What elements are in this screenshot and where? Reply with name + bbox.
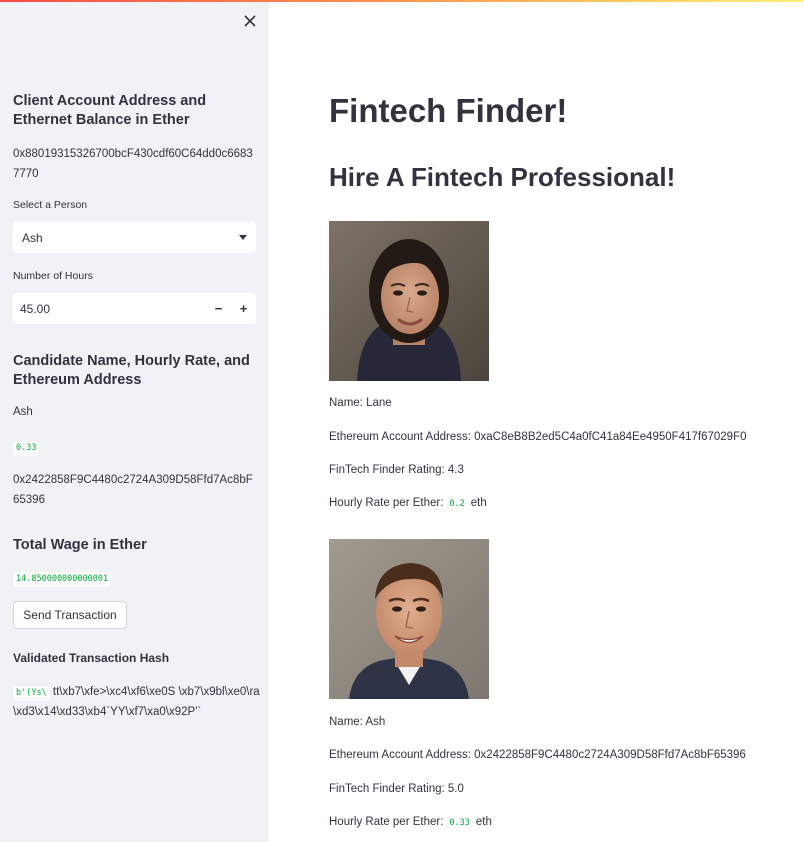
rate-unit: eth: [470, 497, 487, 509]
hours-number-input: − +: [13, 293, 256, 324]
sidebar: Client Account Address and Ethernet Bala…: [0, 0, 269, 842]
candidate-rate-block: 0.33: [13, 437, 257, 457]
tx-hash-heading: Validated Transaction Hash: [13, 651, 170, 665]
candidate-address-ash: Ethereum Account Address: 0x2422858F9C44…: [329, 749, 746, 761]
hours-label: Number of Hours: [13, 270, 93, 282]
rate-value: 0.2: [446, 497, 468, 512]
candidate-photo-lane: [329, 221, 489, 381]
send-transaction-button[interactable]: Send Transaction: [13, 601, 127, 629]
candidate-rate-ash: Hourly Rate per Ether: 0.33 eth: [329, 816, 492, 831]
rate-label: Hourly Rate per Ether:: [329, 497, 444, 509]
candidate-photo-ash: [329, 539, 489, 699]
candidate-rating-ash: FinTech Finder Rating: 5.0: [329, 783, 464, 795]
select-person-label: Select a Person: [13, 199, 88, 211]
page-subtitle: Hire A Fintech Professional!: [329, 162, 676, 192]
increment-button[interactable]: +: [231, 293, 256, 324]
candidate-name-ash: Name: Ash: [329, 716, 386, 728]
page-title: Fintech Finder!: [329, 92, 568, 129]
tx-hash-rest: tt\xb7\xfe>\xc4\xf6\xe0S \xb7\x9bl\xe0\r…: [13, 686, 260, 718]
candidate-address-lane: Ethereum Account Address: 0xaC8eB8B2ed5C…: [329, 431, 747, 443]
wage-value: 14.850000000000001: [13, 572, 112, 587]
person-select[interactable]: Ash: [13, 222, 256, 253]
candidate-address: 0x2422858F9C4480c2724A309D58Ffd7Ac8bF653…: [13, 474, 253, 506]
account-heading: Client Account Address and Ethernet Bala…: [13, 93, 207, 128]
portrait-image: [329, 539, 489, 699]
candidate-rating-lane: FinTech Finder Rating: 4.3: [329, 464, 464, 476]
candidate-name-lane: Name: Lane: [329, 397, 392, 409]
rate-unit: eth: [475, 816, 492, 828]
rate-label: Hourly Rate per Ether:: [329, 816, 444, 828]
portrait-image: [329, 221, 489, 381]
wage-heading: Total Wage in Ether: [13, 537, 147, 553]
rate-value: 0.33: [446, 816, 473, 831]
candidate-heading: Candidate Name, Hourly Rate, and Ethereu…: [13, 353, 250, 388]
decrement-button[interactable]: −: [206, 293, 231, 324]
chevron-down-icon: [239, 235, 247, 240]
candidate-name: Ash: [13, 406, 33, 418]
tx-hash-prefix: b'(Ys\: [13, 686, 50, 701]
person-select-value: Ash: [22, 230, 43, 245]
candidate-rate-lane: Hourly Rate per Ether: 0.2 eth: [329, 497, 487, 512]
app-top-decoration: [0, 0, 804, 2]
hours-input[interactable]: [13, 293, 206, 324]
account-address: 0x88019315326700bcF430cdf60C64dd0c668377…: [13, 148, 253, 180]
close-icon[interactable]: [241, 12, 259, 30]
main-content: Fintech Finder! Hire A Fintech Professio…: [269, 0, 804, 842]
wage-block: 14.850000000000001: [13, 568, 257, 588]
tx-hash: b'(Ys\ tt\xb7\xfe>\xc4\xf6\xe0S \xb7\x9b…: [13, 682, 261, 722]
candidate-rate: 0.33: [13, 441, 40, 456]
